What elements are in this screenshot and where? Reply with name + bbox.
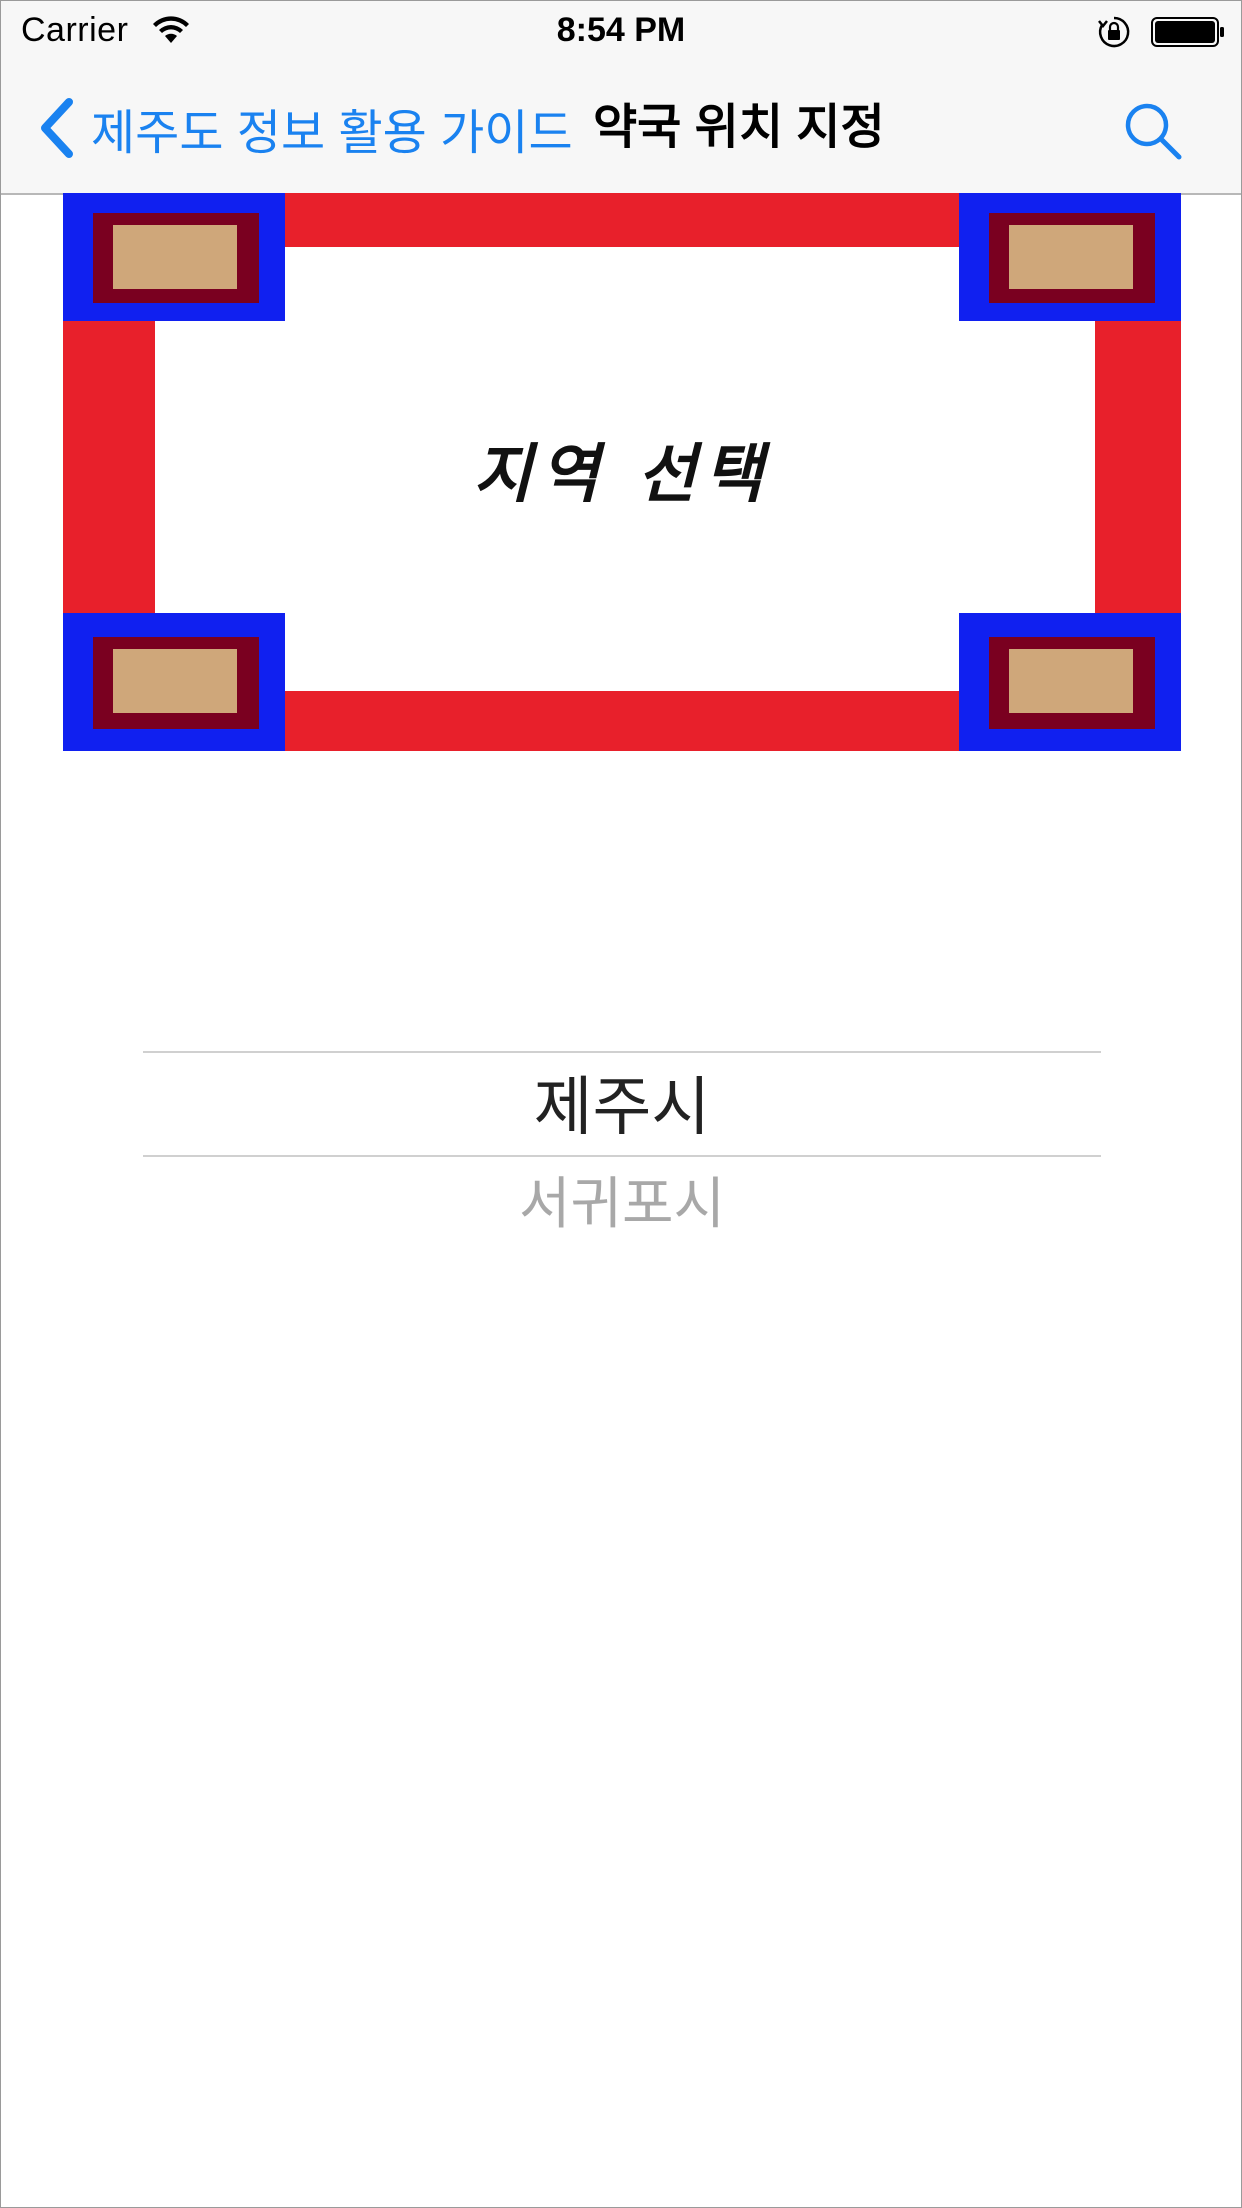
back-button[interactable]: 제주도 정보 활용 가이드 — [37, 83, 573, 173]
picker-option[interactable]: 서귀포시 — [143, 1159, 1101, 1249]
navigation-bar: 제주도 정보 활용 가이드 약국 위치 지정 — [1, 63, 1241, 195]
region-picker[interactable]: 제주시 서귀포시 — [143, 1051, 1101, 1261]
battery-icon — [1151, 17, 1224, 47]
banner-title: 지역 선택 — [473, 438, 771, 512]
page-title: 약국 위치 지정 — [593, 101, 885, 154]
search-icon[interactable] — [1123, 101, 1183, 161]
status-bar: Carrier 8:54 PM — [1, 1, 1241, 63]
picker-option-selected[interactable]: 제주시 — [143, 1059, 1101, 1155]
phone-screen: Carrier 8:54 PM 제주도 정보 활용 가이드 약국 위치 지정 지… — [0, 0, 1242, 2208]
back-button-label: 제주도 정보 활용 가이드 — [91, 107, 573, 160]
picker-divider-bottom — [143, 1155, 1101, 1157]
region-select-banner: 지역 선택 — [63, 193, 1181, 751]
orientation-lock-icon — [1098, 16, 1130, 48]
chevron-left-icon — [41, 98, 73, 158]
status-time: 8:54 PM — [556, 11, 686, 49]
picker-divider-top — [143, 1051, 1101, 1053]
